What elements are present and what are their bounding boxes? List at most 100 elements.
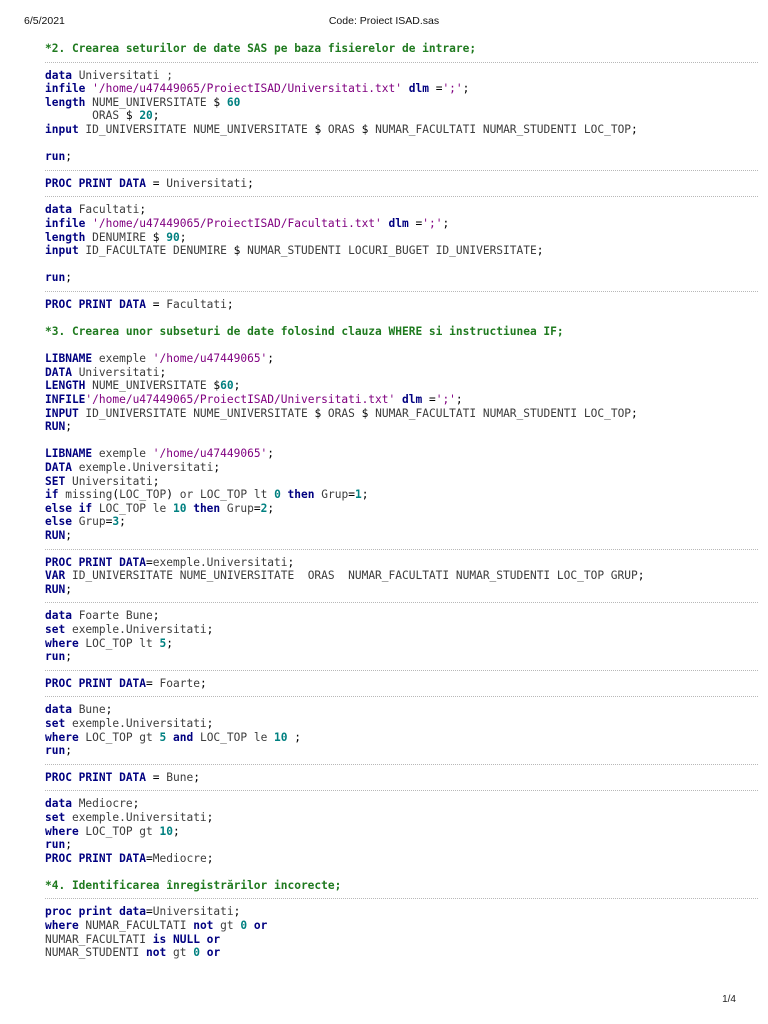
code-token: Foarte Bune: [78, 609, 153, 623]
code-token: NUMAR_STUDENTI: [45, 946, 147, 960]
separator-line: [45, 763, 758, 765]
code-token: LIBNAME: [45, 447, 99, 461]
code-line: PROC PRINT DATA = Universitati;: [45, 177, 758, 191]
separator-line: [45, 61, 758, 63]
code-token: ;: [637, 569, 645, 583]
code-token: dlm: [395, 393, 429, 407]
code-token: exemple.Universitati: [78, 461, 214, 475]
code-token: ;: [199, 676, 207, 690]
code-line: DATA exemple.Universitati;: [45, 461, 758, 475]
code-token: ;: [173, 824, 180, 838]
code-line: NUMAR_FACULTATI is NULL or: [45, 933, 758, 947]
code-line: where NUMAR_FACULTATI not gt 0 or: [45, 919, 758, 933]
code-token: infile: [45, 216, 93, 230]
code-line: proc print data=Universitati;: [45, 905, 758, 919]
code-token: Bune: [78, 703, 106, 717]
code-line: RUN;: [45, 420, 758, 434]
code-token: and: [166, 730, 200, 744]
code-token: INFILE: [45, 393, 86, 407]
code-token: else if: [45, 501, 99, 515]
code-token: data: [45, 703, 79, 717]
code-token: ;: [166, 636, 174, 650]
code-token: PROC PRINT DATA: [45, 851, 147, 865]
code-line: else if LOC_TOP le 10 then Grup=2;: [45, 502, 758, 516]
code-token: 10: [274, 730, 288, 744]
code-line: set exemple.Universitati;: [45, 717, 758, 731]
code-token: Mediocre: [78, 797, 133, 811]
code-token: INPUT: [45, 406, 86, 420]
code-token: ;: [631, 122, 638, 136]
code-token: ;: [139, 203, 147, 217]
code-token: Universitati: [71, 474, 153, 488]
code-token: LOC_TOP: [119, 488, 167, 502]
code-token: NUMAR_FACULTATI: [85, 919, 194, 933]
code-token: ;: [65, 529, 72, 542]
code-token: LOC_TOP gt: [85, 730, 160, 744]
code-token: ;: [206, 851, 214, 865]
code-token: where: [45, 730, 86, 744]
separator-line: [45, 669, 758, 671]
code-line: data Mediocre;: [45, 797, 758, 811]
code-token: $: [233, 244, 248, 258]
code-token: PROC PRINT DATA: [45, 176, 153, 190]
code-token: RUN: [45, 582, 66, 596]
code-token: is NULL or: [152, 932, 221, 946]
code-token: 10: [172, 501, 187, 515]
code-token: ;: [206, 716, 214, 730]
code-token: ;: [179, 230, 187, 244]
code-token: Universitati: [78, 365, 160, 379]
code-token: Universitati ;: [78, 68, 173, 82]
code-token: ;: [267, 352, 275, 366]
code-token: set: [45, 716, 72, 730]
code-token: ORAS: [45, 109, 126, 123]
code-token: ;: [152, 109, 160, 123]
code-token: VAR: [45, 569, 72, 583]
code-token: ';': [435, 393, 456, 407]
code-token: =: [152, 176, 167, 190]
code-token: run: [45, 271, 66, 285]
code-token: ORAS: [327, 406, 362, 420]
code-token: SET: [45, 474, 72, 488]
code-token: =: [253, 501, 261, 515]
code-token: ;: [287, 730, 302, 744]
code-token: PROC PRINT DATA: [45, 297, 153, 311]
code-token: NUME_UNIVERSITATE: [92, 95, 214, 109]
separator-line: [45, 602, 758, 604]
code-token: ;: [65, 650, 72, 664]
separator-line: [45, 696, 758, 698]
code-token: ';': [422, 216, 443, 230]
code-line: run;: [45, 650, 758, 664]
code-token: '/home/u47449065/ProiectISAD/Universitat…: [92, 82, 402, 96]
code-token: or: [199, 946, 221, 960]
code-token: ;: [65, 838, 72, 852]
code-token: =: [146, 555, 153, 569]
code-line: input ID_UNIVERSITATE NUME_UNIVERSITATE …: [45, 123, 758, 137]
code-token: DATA: [45, 365, 79, 379]
code-token: then: [186, 501, 227, 515]
code-line: LIBNAME exemple '/home/u47449065';: [45, 352, 758, 366]
code-token: exemple.Universitati: [71, 716, 207, 730]
code-token: 60: [226, 95, 241, 109]
code-token: ;: [213, 461, 221, 475]
code-token: ';': [442, 82, 463, 96]
code-token: ;: [152, 474, 160, 488]
code-token: missing: [65, 488, 113, 502]
code-line: else Grup=3;: [45, 515, 758, 529]
code-token: $: [125, 109, 140, 123]
code-token: set: [45, 622, 72, 636]
code-token: NUME_UNIVERSITATE: [92, 379, 214, 393]
code-line: NUMAR_STUDENTI not gt 0 or: [45, 946, 758, 960]
code-token: data: [45, 203, 79, 217]
code-token: '/home/u47449065': [152, 352, 268, 366]
code-token: Foarte: [159, 676, 200, 690]
code-token: ;: [65, 150, 72, 164]
code-token: *4. Identificarea înregistrărilor incore…: [45, 878, 342, 892]
code-token: where: [45, 824, 86, 838]
code-token: ;: [206, 622, 214, 636]
code-token: =: [152, 297, 167, 311]
separator-line: [45, 898, 758, 900]
code-token: exemple: [98, 352, 153, 366]
code-token: $: [213, 95, 227, 109]
